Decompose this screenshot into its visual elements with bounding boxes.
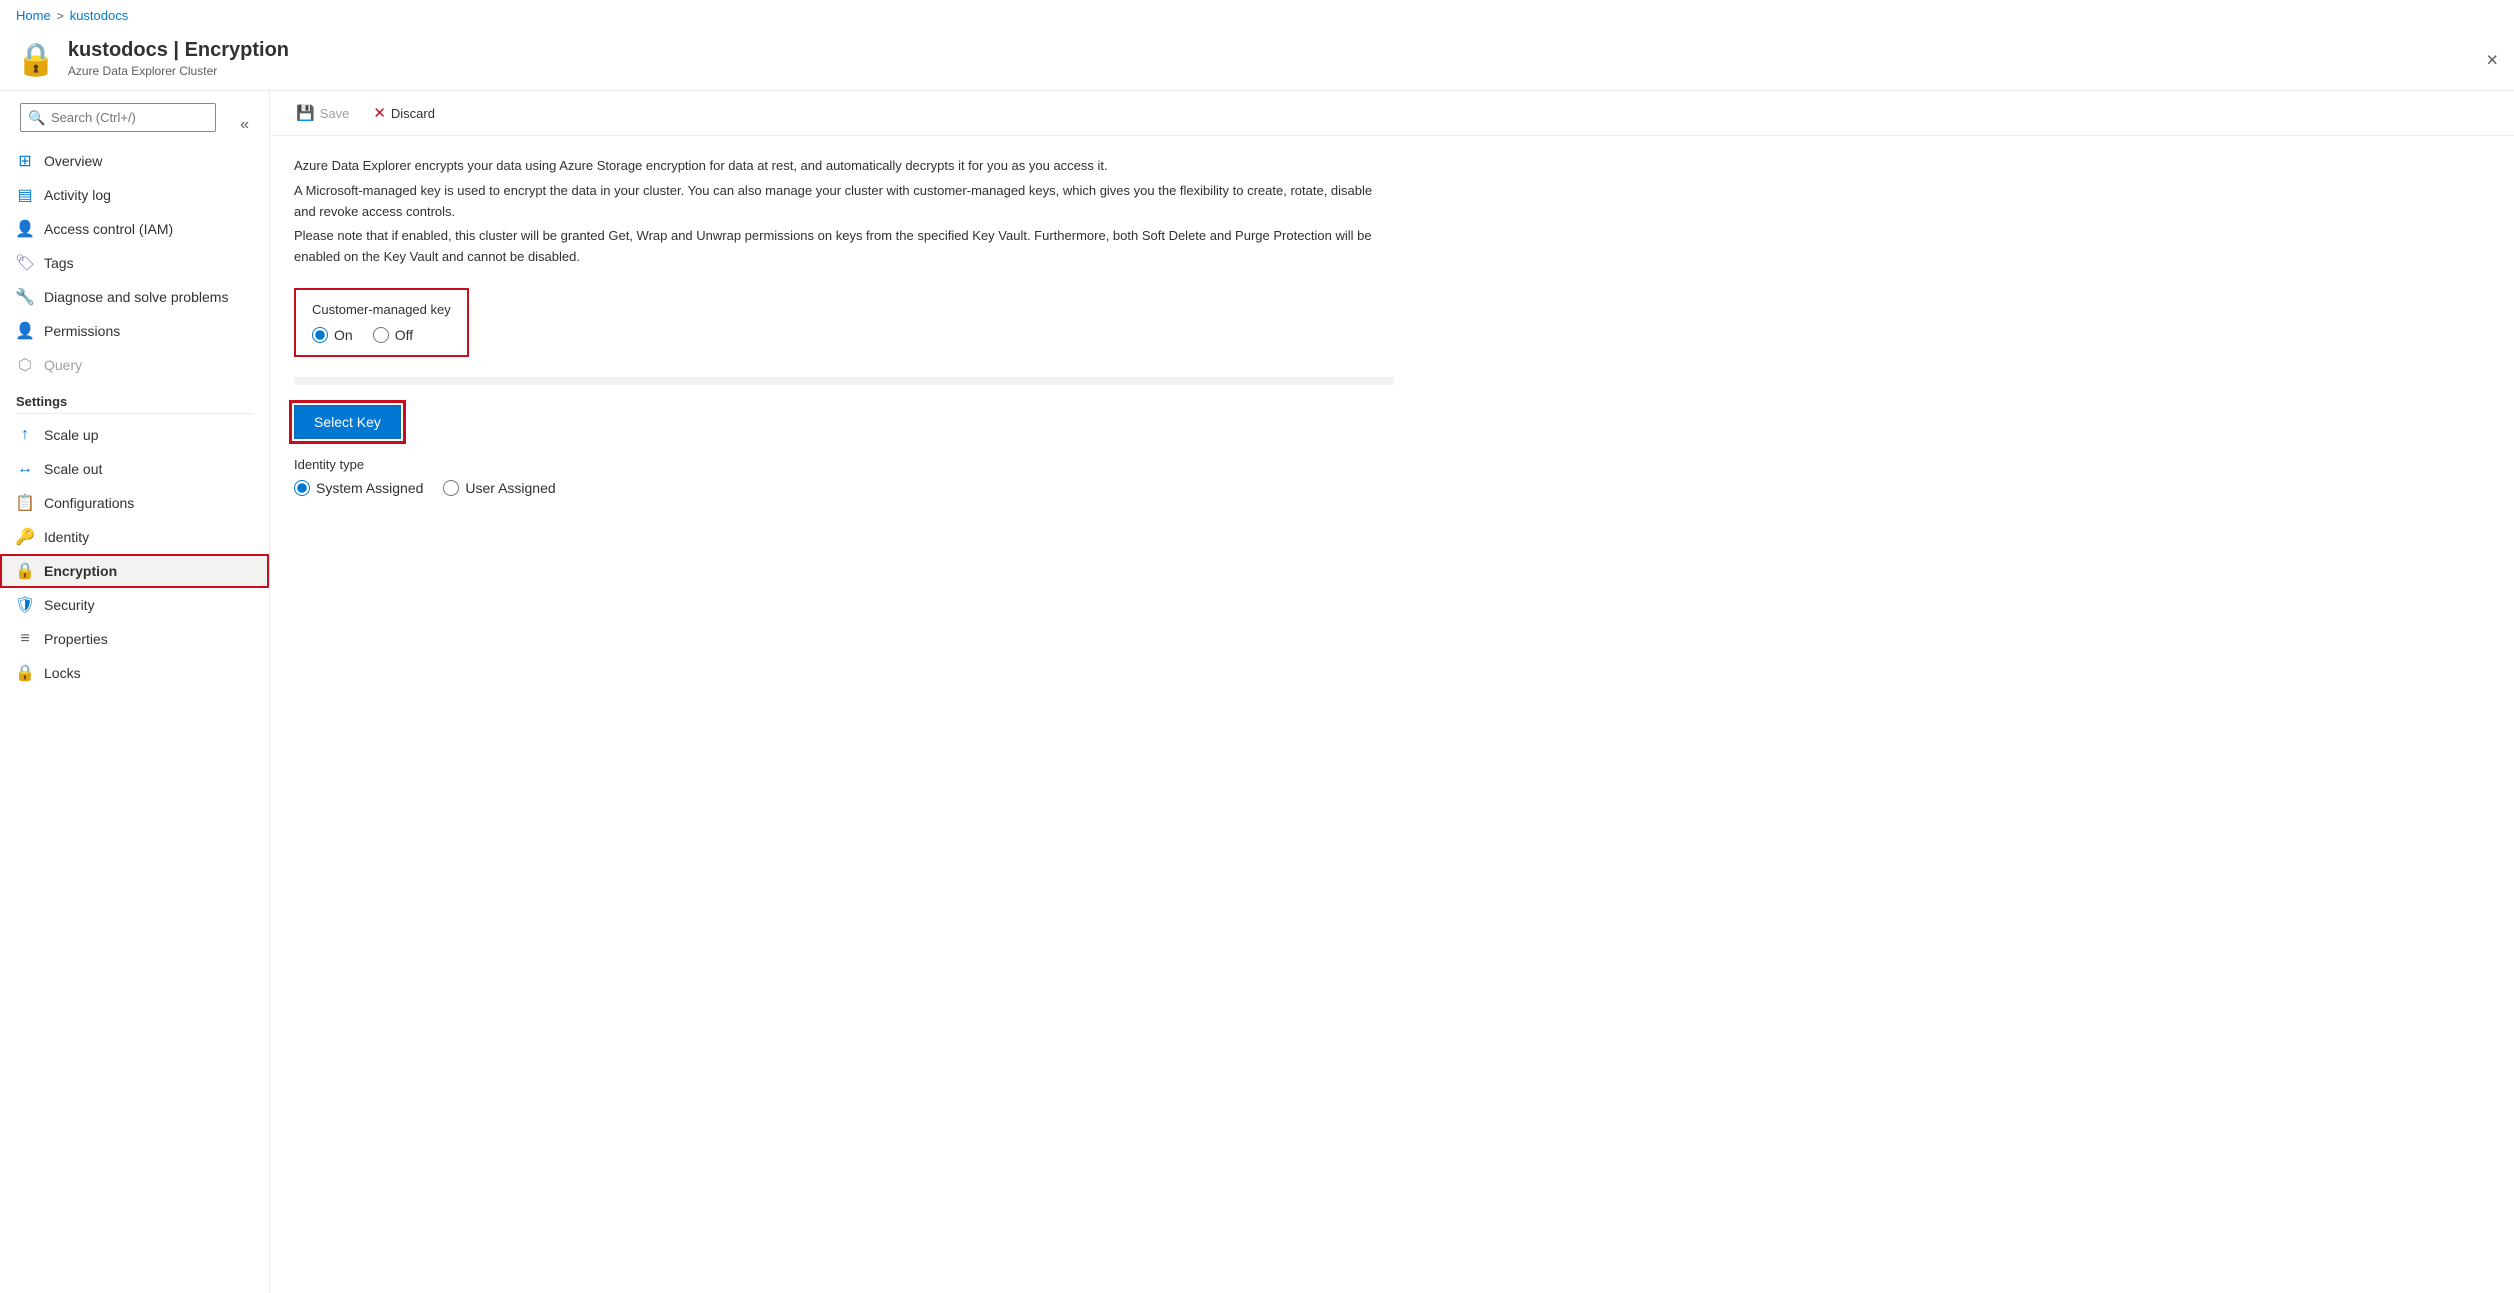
description-line-2: Please note that if enabled, this cluste…	[294, 226, 1394, 268]
sidebar-item-overview[interactable]: ⊞ Overview	[0, 144, 269, 178]
locks-icon: 🔒	[16, 664, 34, 682]
nav-label-encryption: Encryption	[44, 563, 117, 579]
properties-icon: ≡	[16, 630, 34, 648]
breadcrumb-current[interactable]: kustodocs	[70, 8, 129, 23]
page-subtitle: Azure Data Explorer Cluster	[68, 64, 289, 78]
search-icon: 🔍	[28, 109, 45, 126]
radio-off-label[interactable]: Off	[395, 327, 413, 343]
sidebar-item-scale-up[interactable]: ↑ Scale up	[0, 418, 269, 452]
identity-type-radio-group: System Assigned User Assigned	[294, 480, 2490, 496]
nav-label-overview: Overview	[44, 153, 102, 169]
content-area: 💾 Save ✕ Discard Azure Data Explorer enc…	[270, 91, 2514, 1293]
page-title: kustodocs | Encryption	[68, 39, 289, 62]
sidebar-item-permissions[interactable]: 👤 Permissions	[0, 314, 269, 348]
scale-up-icon: ↑	[16, 426, 34, 444]
radio-system-input[interactable]	[294, 480, 310, 496]
gray-divider	[294, 377, 1394, 385]
nav-label-security: Security	[44, 597, 95, 613]
toolbar: 💾 Save ✕ Discard	[270, 91, 2514, 136]
sidebar-item-security[interactable]: 🛡 Security	[0, 588, 269, 622]
description-line-1: A Microsoft-managed key is used to encry…	[294, 181, 1394, 223]
search-box: 🔍	[20, 103, 216, 132]
radio-system-label[interactable]: System Assigned	[316, 480, 423, 496]
discard-button[interactable]: ✕ Discard	[363, 99, 445, 127]
radio-on-label[interactable]: On	[334, 327, 353, 343]
search-input[interactable]	[20, 103, 216, 132]
diagnose-icon: 🔧	[16, 288, 34, 306]
settings-section-label: Settings	[0, 382, 269, 413]
sidebar-item-properties[interactable]: ≡ Properties	[0, 622, 269, 656]
encryption-icon: 🔒	[16, 562, 34, 580]
nav-items: ⊞ Overview ▤ Activity log 👤 Access control (I…	[0, 144, 269, 382]
permissions-icon: 👤	[16, 322, 34, 340]
overview-icon: ⊞	[16, 152, 34, 170]
identity-type-label: Identity type	[294, 457, 2490, 472]
description-line-0: Azure Data Explorer encrypts your data u…	[294, 156, 1394, 177]
radio-off-input[interactable]	[373, 327, 389, 343]
nav-label-query: Query	[44, 357, 82, 373]
nav-label-scale-up: Scale up	[44, 427, 98, 443]
radio-on-input[interactable]	[312, 327, 328, 343]
select-key-button[interactable]: Select Key	[294, 405, 401, 439]
tags-icon: 🏷	[16, 254, 34, 272]
customer-managed-key-section: Customer-managed key On Off	[294, 288, 469, 357]
sidebar-item-scale-out[interactable]: ↔ Scale out	[0, 452, 269, 486]
sidebar-item-locks[interactable]: 🔒 Locks	[0, 656, 269, 690]
activity-log-icon: ▤	[16, 186, 34, 204]
breadcrumb-separator: >	[57, 9, 64, 23]
content-body: Azure Data Explorer encrypts your data u…	[270, 136, 2514, 516]
nav-label-properties: Properties	[44, 631, 108, 647]
sidebar-item-identity[interactable]: 🔑 Identity	[0, 520, 269, 554]
radio-system-assigned[interactable]: System Assigned	[294, 480, 423, 496]
page-header: 🔒 kustodocs | Encryption Azure Data Expl…	[0, 31, 2514, 91]
sidebar-item-activity-log[interactable]: ▤ Activity log	[0, 178, 269, 212]
breadcrumb-home[interactable]: Home	[16, 8, 51, 23]
collapse-button[interactable]: «	[232, 110, 257, 140]
sidebar-item-access-control[interactable]: 👤 Access control (IAM)	[0, 212, 269, 246]
radio-user-input[interactable]	[443, 480, 459, 496]
access-control-icon: 👤	[16, 220, 34, 238]
description-text: Azure Data Explorer encrypts your data u…	[294, 156, 1394, 268]
nav-label-activity-log: Activity log	[44, 187, 111, 203]
save-icon: 💾	[296, 104, 315, 122]
nav-label-configurations: Configurations	[44, 495, 134, 511]
sidebar-item-diagnose[interactable]: 🔧 Diagnose and solve problems	[0, 280, 269, 314]
query-icon: ⬡	[16, 356, 34, 374]
radio-off-item[interactable]: Off	[373, 327, 413, 343]
sidebar-item-query: ⬡ Query	[0, 348, 269, 382]
nav-label-tags: Tags	[44, 255, 74, 271]
identity-icon: 🔑	[16, 528, 34, 546]
sidebar-item-configurations[interactable]: 📋 Configurations	[0, 486, 269, 520]
lock-icon: 🔒	[16, 40, 56, 78]
nav-label-identity: Identity	[44, 529, 89, 545]
radio-on-item[interactable]: On	[312, 327, 353, 343]
breadcrumb: Home > kustodocs	[0, 0, 2514, 31]
nav-label-diagnose: Diagnose and solve problems	[44, 289, 228, 305]
security-icon: 🛡	[16, 596, 34, 614]
nav-label-scale-out: Scale out	[44, 461, 102, 477]
nav-label-access-control: Access control (IAM)	[44, 221, 173, 237]
radio-user-label[interactable]: User Assigned	[465, 480, 555, 496]
save-button[interactable]: 💾 Save	[286, 99, 359, 127]
configurations-icon: 📋	[16, 494, 34, 512]
close-button[interactable]: ×	[2486, 49, 2498, 72]
customer-key-radio-group: On Off	[312, 327, 451, 343]
sidebar-item-encryption[interactable]: 🔒 Encryption	[0, 554, 269, 588]
nav-label-locks: Locks	[44, 665, 81, 681]
discard-icon: ✕	[373, 104, 386, 122]
sidebar: 🔍 « ⊞ Overview ▤ Activity log 👤 Access contro…	[0, 91, 270, 1293]
nav-label-permissions: Permissions	[44, 323, 120, 339]
sidebar-item-tags[interactable]: 🏷 Tags	[0, 246, 269, 280]
customer-managed-key-label: Customer-managed key	[312, 302, 451, 317]
radio-user-assigned[interactable]: User Assigned	[443, 480, 555, 496]
settings-items: ↑ Scale up ↔ Scale out 📋 Configurations 🔑 Ident…	[0, 418, 269, 690]
scale-out-icon: ↔	[16, 460, 34, 478]
